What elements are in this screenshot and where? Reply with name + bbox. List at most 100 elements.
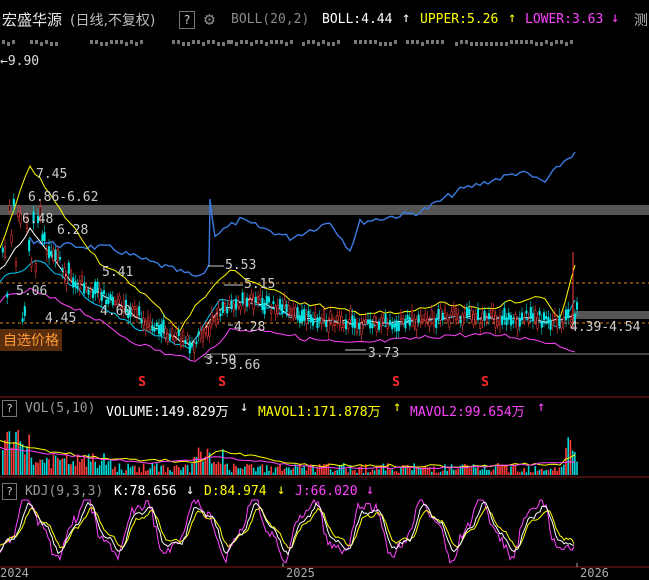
candle-body bbox=[457, 313, 460, 321]
volume-bar bbox=[481, 469, 484, 475]
obscured-glyph bbox=[322, 40, 325, 44]
event-marker-s[interactable]: S bbox=[216, 375, 228, 390]
candle-body bbox=[318, 317, 321, 321]
d-value: D:84.974 bbox=[204, 484, 267, 499]
volume-bar bbox=[369, 471, 371, 475]
obscured-glyph bbox=[389, 42, 392, 46]
volume-bar bbox=[37, 462, 39, 475]
candle-body bbox=[331, 318, 334, 326]
volume-bar bbox=[149, 468, 151, 475]
candle-body bbox=[270, 309, 273, 314]
obscured-glyph bbox=[565, 42, 568, 46]
obscured-glyph bbox=[530, 40, 533, 44]
self-select-price-tag[interactable]: 自选价格 bbox=[0, 329, 62, 351]
volume-bar bbox=[519, 472, 521, 475]
price-annotation: 4.28 bbox=[234, 320, 266, 335]
volume-bar bbox=[116, 471, 118, 475]
volume-bar bbox=[354, 470, 356, 475]
obscured-glyph bbox=[416, 40, 419, 44]
candle-body bbox=[58, 257, 62, 260]
candle-body bbox=[195, 341, 198, 345]
volume-bar bbox=[184, 464, 187, 475]
volume-bar bbox=[239, 468, 242, 475]
candle-body bbox=[186, 335, 189, 340]
event-marker-s[interactable]: S bbox=[390, 375, 402, 390]
candle-body bbox=[226, 306, 229, 314]
candle-body bbox=[496, 320, 499, 326]
obscured-glyph bbox=[475, 42, 478, 46]
obscured-glyph bbox=[50, 42, 53, 46]
candle-body bbox=[384, 314, 387, 324]
obscured-glyph bbox=[100, 42, 103, 46]
volume-bar bbox=[338, 464, 341, 475]
volume-bar bbox=[123, 472, 125, 475]
volume-indicator-name[interactable]: VOL(5,10) bbox=[25, 401, 95, 416]
volume-bar bbox=[468, 468, 470, 475]
price-annotation: 6.28 bbox=[57, 223, 89, 238]
obscured-glyph bbox=[421, 42, 424, 46]
volume-bar bbox=[2, 450, 4, 475]
candle-body bbox=[89, 289, 92, 292]
volume-bar bbox=[43, 462, 46, 475]
candle-body bbox=[463, 312, 466, 318]
candle-body bbox=[503, 307, 506, 320]
candle-body bbox=[525, 310, 528, 314]
candle-body bbox=[102, 290, 106, 295]
volume-bar bbox=[70, 464, 72, 475]
candle-body bbox=[208, 325, 211, 337]
volume-bar bbox=[219, 463, 222, 475]
candle-body bbox=[507, 312, 510, 320]
price-annotation: 5.53 bbox=[225, 258, 257, 273]
candle-body bbox=[362, 320, 365, 325]
candle-body bbox=[56, 249, 59, 261]
volume-bar bbox=[464, 464, 466, 475]
candle-body bbox=[21, 318, 24, 322]
volume-bar bbox=[252, 467, 255, 475]
help-button[interactable]: ? bbox=[2, 483, 17, 500]
candle-body bbox=[547, 317, 550, 324]
obscured-glyph bbox=[55, 42, 58, 46]
candle-body bbox=[450, 311, 453, 316]
event-marker-s[interactable]: S bbox=[479, 375, 491, 390]
volume-bar bbox=[156, 463, 158, 475]
volume-bar bbox=[448, 467, 451, 475]
candle-body bbox=[239, 305, 242, 310]
volume-bar bbox=[85, 466, 88, 475]
volume-bar bbox=[409, 467, 411, 475]
volume-bar bbox=[118, 463, 121, 475]
candle-body bbox=[371, 324, 374, 329]
candle-body bbox=[540, 321, 543, 328]
volume-bar bbox=[46, 457, 48, 475]
volume-bar bbox=[189, 472, 191, 475]
candle-body bbox=[206, 326, 209, 337]
candle-body bbox=[309, 314, 312, 323]
obscured-glyph bbox=[217, 42, 220, 46]
kdj-indicator-name[interactable]: KDJ(9,3,3) bbox=[25, 484, 103, 499]
candle-body bbox=[459, 319, 462, 324]
volume-bar bbox=[461, 464, 464, 475]
candle-body bbox=[241, 292, 244, 304]
volume-bar bbox=[4, 440, 6, 475]
candle-body bbox=[518, 318, 521, 327]
volume-bar bbox=[371, 469, 374, 475]
volume-bar bbox=[576, 461, 578, 475]
obscured-glyph bbox=[115, 40, 118, 44]
volume-bar bbox=[237, 468, 239, 475]
volume-bar bbox=[140, 472, 143, 475]
max-price-value: 9.90 bbox=[7, 54, 40, 69]
candle-body bbox=[157, 325, 161, 335]
event-marker-s[interactable]: S bbox=[136, 375, 148, 390]
obscured-glyph bbox=[384, 42, 387, 46]
volume-bar bbox=[186, 465, 189, 475]
volume-bar bbox=[98, 465, 101, 475]
volume-bar bbox=[270, 466, 272, 475]
candle-body bbox=[483, 310, 486, 321]
volume-bar bbox=[499, 465, 501, 475]
help-button[interactable]: ? bbox=[2, 400, 17, 417]
obscured-glyph bbox=[230, 40, 233, 44]
volume-bar bbox=[257, 466, 259, 475]
volume-bar bbox=[164, 472, 167, 475]
candle-body bbox=[6, 293, 9, 298]
volume-bar bbox=[329, 469, 332, 475]
candle-body bbox=[410, 310, 414, 320]
